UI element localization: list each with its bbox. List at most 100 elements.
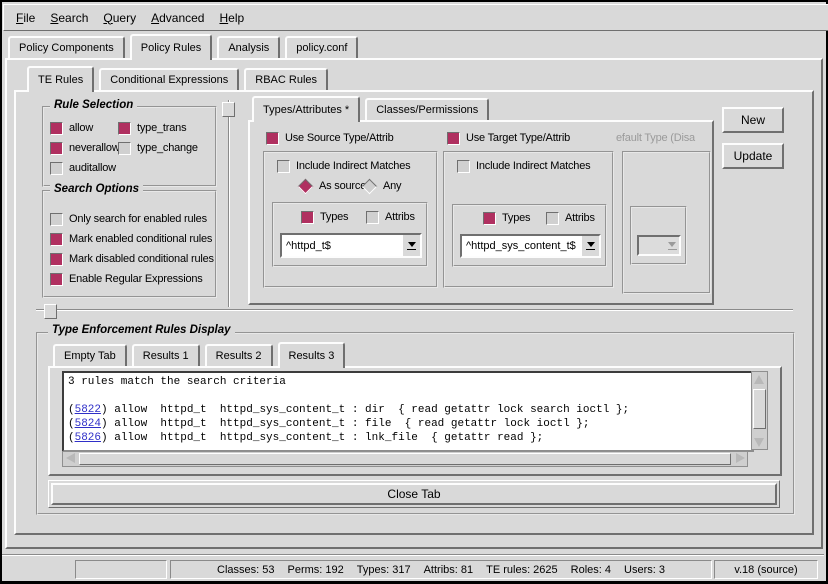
close-tab-button-frame: Close Tab [48, 480, 780, 508]
tab-rbac-rules[interactable]: RBAC Rules [244, 68, 328, 90]
stat-classes: Classes: 53 [217, 564, 274, 576]
caret-underline [586, 249, 595, 250]
vertical-scroll-thumb[interactable] [753, 389, 766, 429]
checkbox-target-indirect[interactable]: Include Indirect Matches [457, 159, 590, 173]
version-label: v.18 (source) [734, 564, 797, 576]
checkbox-use-target-type[interactable]: Use Target Type/Attrib [447, 131, 570, 145]
radio-indicator [298, 178, 314, 194]
checkbox-only-enabled-rules[interactable]: Only search for enabled rules [50, 212, 207, 226]
source-type-combobox[interactable]: ^httpd_t$ [280, 233, 422, 258]
checkbox-indicator [277, 160, 290, 173]
rule-text: ) allow httpd_t httpd_sys_content_t : di… [101, 404, 629, 416]
checkbox-label: Mark enabled conditional rules [69, 233, 212, 245]
default-type-label: efault Type (Disa [616, 132, 710, 144]
arrow-left-icon [66, 453, 75, 463]
tab-conditional-expressions[interactable]: Conditional Expressions [99, 68, 239, 90]
stat-attribs: Attribs: 81 [424, 564, 474, 576]
menu-bar: File Search Query Advanced Help [3, 4, 828, 31]
checkbox-target-types[interactable]: Types [483, 211, 530, 225]
close-tab-button[interactable]: Close Tab [51, 483, 777, 505]
results-horizontal-scrollbar[interactable] [62, 451, 748, 467]
horizontal-scroll-thumb[interactable] [79, 453, 731, 465]
app-window: File Search Query Advanced Help Policy C… [0, 0, 828, 584]
radio-as-source[interactable]: As source [298, 179, 366, 193]
checkbox-auditallow[interactable]: auditallow [50, 161, 116, 175]
paren: ( [68, 432, 75, 444]
target-type-combobox[interactable]: ^httpd_sys_content_t$ [460, 234, 601, 258]
checkbox-type-trans[interactable]: type_trans [118, 121, 186, 135]
horizontal-pane-sash[interactable] [36, 309, 793, 311]
menu-search[interactable]: Search [50, 11, 88, 25]
checkbox-indicator [483, 212, 496, 225]
checkbox-indicator [118, 122, 131, 135]
menu-file[interactable]: File [16, 11, 35, 25]
tab-results-1[interactable]: Results 1 [132, 344, 200, 366]
checkbox-mark-disabled-conditional[interactable]: Mark disabled conditional rules [50, 252, 214, 266]
new-button[interactable]: New [722, 107, 784, 133]
radio-any[interactable]: Any [362, 179, 401, 193]
rule-link[interactable]: 5824 [75, 418, 101, 430]
tab-types-attributes[interactable]: Types/Attributes * [252, 96, 360, 122]
caret-underline [407, 249, 416, 250]
statusbar-version: v.18 (source) [714, 560, 818, 579]
results-text-area[interactable]: 3 rules match the search criteria (5822)… [62, 371, 754, 452]
scroll-down-button[interactable] [752, 435, 765, 449]
scroll-left-button[interactable] [63, 452, 77, 464]
checkbox-source-attribs[interactable]: Attribs [366, 210, 415, 224]
checkbox-indicator [266, 132, 279, 145]
source-type-value[interactable]: ^httpd_t$ [282, 235, 403, 256]
rules-tab-bar: TE Rules Conditional Expressions RBAC Ru… [27, 68, 328, 90]
checkbox-indicator [50, 233, 63, 246]
rule-link[interactable]: 5826 [75, 432, 101, 444]
tab-empty[interactable]: Empty Tab [53, 344, 127, 366]
checkbox-indicator [50, 213, 63, 226]
tab-classes-permissions[interactable]: Classes/Permissions [365, 98, 489, 120]
tab-te-rules[interactable]: TE Rules [27, 66, 94, 92]
checkbox-mark-enabled-conditional[interactable]: Mark enabled conditional rules [50, 232, 212, 246]
rule-text: ) allow httpd_t httpd_sys_content_t : fi… [101, 418, 589, 430]
checkbox-indicator [546, 212, 559, 225]
menu-query[interactable]: Query [103, 11, 136, 25]
tab-analysis[interactable]: Analysis [217, 36, 280, 58]
horizontal-sash-handle[interactable] [44, 304, 57, 319]
checkbox-label: Types [502, 212, 530, 224]
target-type-value[interactable]: ^httpd_sys_content_t$ [462, 236, 582, 256]
tab-results-3[interactable]: Results 3 [278, 342, 346, 368]
main-tab-bar: Policy Components Policy Rules Analysis … [8, 36, 358, 58]
statusbar-separator [2, 554, 824, 556]
scroll-up-button[interactable] [752, 372, 765, 386]
vertical-sash-handle[interactable] [222, 102, 235, 117]
checkbox-indicator [118, 142, 131, 155]
tab-policy-rules[interactable]: Policy Rules [130, 34, 213, 60]
scroll-right-button[interactable] [733, 452, 747, 464]
arrow-right-icon [736, 453, 745, 463]
results-vertical-scrollbar[interactable] [751, 371, 768, 450]
menu-help[interactable]: Help [219, 11, 244, 25]
checkbox-source-indirect[interactable]: Include Indirect Matches [277, 159, 410, 173]
checkbox-label: Only search for enabled rules [69, 213, 207, 225]
tab-policy-conf[interactable]: policy.conf [285, 36, 358, 58]
checkbox-enable-regex[interactable]: Enable Regular Expressions [50, 272, 203, 286]
vertical-pane-sash[interactable] [228, 100, 230, 307]
update-button[interactable]: Update [722, 143, 784, 169]
combo-dropdown-button[interactable] [582, 236, 599, 256]
checkbox-label: allow [69, 122, 93, 134]
checkbox-label: Enable Regular Expressions [69, 273, 203, 285]
combo-dropdown-button [665, 237, 679, 254]
tab-policy-components[interactable]: Policy Components [8, 36, 125, 58]
checkbox-label: auditallow [69, 162, 116, 174]
checkbox-type-change[interactable]: type_change [118, 141, 198, 155]
menu-advanced[interactable]: Advanced [151, 11, 204, 25]
checkbox-neverallow[interactable]: neverallow [50, 141, 120, 155]
radio-label: Any [383, 180, 401, 192]
stat-users: Users: 3 [624, 564, 665, 576]
checkbox-use-source-type[interactable]: Use Source Type/Attrib [266, 131, 394, 145]
checkbox-source-types[interactable]: Types [301, 210, 348, 224]
default-type-combobox [637, 235, 681, 256]
tab-results-2[interactable]: Results 2 [205, 344, 273, 366]
rule-link[interactable]: 5822 [75, 404, 101, 416]
checkbox-allow[interactable]: allow [50, 121, 93, 135]
checkbox-target-attribs[interactable]: Attribs [546, 211, 595, 225]
combo-dropdown-button[interactable] [403, 235, 420, 256]
caret-down-icon [408, 242, 416, 247]
